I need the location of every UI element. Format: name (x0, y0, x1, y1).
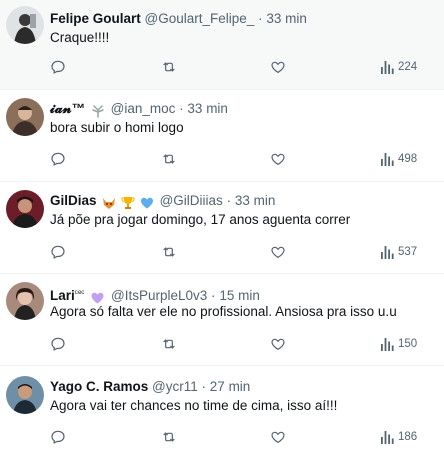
like-button[interactable] (270, 150, 286, 168)
timestamp[interactable]: 27 min (210, 379, 251, 394)
views-count: 150 (398, 338, 418, 350)
views-count: 537 (398, 246, 418, 258)
retweet-icon (163, 247, 175, 257)
heart-icon (271, 61, 285, 73)
user-handle[interactable]: @Goulart_Felipe_ (145, 11, 255, 26)
avatar[interactable] (6, 190, 44, 228)
views-button[interactable]: 224 (380, 58, 417, 76)
reply-button[interactable] (50, 428, 66, 446)
retweet-icon (163, 432, 175, 442)
tweet-item[interactable]: Felipe Goulart @Goulart_Felipe_ · 33 min… (0, 0, 444, 90)
separator-dot: · (201, 379, 207, 394)
display-name[interactable]: Lari (50, 288, 75, 303)
views-count: 186 (398, 431, 418, 443)
name-badges (91, 102, 106, 120)
views-button[interactable]: 498 (380, 150, 417, 168)
avatar[interactable] (6, 6, 44, 44)
like-button[interactable] (270, 58, 286, 76)
action-bar: 224 (50, 58, 438, 76)
timestamp[interactable]: 15 min (219, 288, 260, 303)
retweet-icon (163, 154, 175, 164)
avatar[interactable] (6, 98, 44, 136)
tweet-item[interactable]: Yago C. Ramos @ycr11 · 27 min Agora vai … (0, 366, 444, 461)
reply-icon (51, 152, 65, 166)
tweet-item[interactable]: 𝓲𝓪𝓷™ @ian_moc · 33 min bora subir o homi… (0, 90, 444, 182)
views-icon (381, 431, 394, 444)
tweet-header: GilDias @GilDiiias · 33 min (50, 192, 438, 210)
tweet-item[interactable]: GilDias @GilDiiias · 33 min Já põe pra j… (0, 182, 444, 274)
action-bar: 498 (50, 150, 438, 168)
timestamp[interactable]: 33 min (266, 11, 307, 26)
name-badges (102, 194, 155, 212)
views-button[interactable]: 537 (380, 243, 417, 261)
user-handle[interactable]: @GilDiiias (160, 193, 223, 208)
reply-button[interactable] (50, 335, 66, 353)
action-bar: 537 (50, 243, 438, 261)
reply-icon (51, 337, 65, 351)
action-bar: 150 (50, 335, 438, 353)
reply-icon (51, 430, 65, 444)
tweet-header: Lariᶜᵉᶜ @ItsPurpleL0v3 · 15 min (50, 284, 438, 304)
tweet-text: Craque!!!! (50, 30, 110, 45)
tweet-text: Agora vai ter chances no time de cima, i… (50, 398, 338, 413)
separator-dot: · (258, 11, 263, 26)
retweet-icon (163, 62, 175, 72)
tweet-text: Já põe pra jogar domingo, 17 anos aguent… (50, 212, 351, 227)
display-name[interactable]: Yago C. Ramos (50, 379, 148, 394)
tweet-feed: Felipe Goulart @Goulart_Felipe_ · 33 min… (0, 0, 444, 461)
tweet-text: Agora só falta ver ele no profissional. … (50, 304, 397, 319)
user-handle[interactable]: @ycr11 (152, 379, 198, 394)
views-icon (381, 153, 394, 166)
views-icon (381, 338, 394, 351)
separator-dot: · (226, 193, 232, 208)
views-icon (381, 61, 394, 74)
timestamp[interactable]: 33 min (235, 193, 276, 208)
reply-icon (51, 245, 65, 259)
reply-button[interactable] (50, 150, 66, 168)
like-button[interactable] (270, 335, 286, 353)
name-suffix: ᶜᵉᶜ (74, 288, 85, 298)
timestamp[interactable]: 33 min (187, 101, 228, 116)
tweet-header: 𝓲𝓪𝓷™ @ian_moc · 33 min (50, 100, 438, 120)
reply-icon (51, 60, 65, 74)
display-name[interactable]: 𝓲𝓪𝓷™ (50, 101, 85, 116)
plant-icon (92, 105, 104, 119)
separator-dot: · (211, 288, 216, 303)
retweet-button[interactable] (160, 428, 178, 446)
retweet-button[interactable] (160, 150, 178, 168)
views-icon (381, 246, 394, 259)
views-count: 498 (398, 153, 418, 165)
tweet-text: bora subir o homi logo (50, 120, 184, 135)
retweet-button[interactable] (160, 335, 178, 353)
like-button[interactable] (270, 243, 286, 261)
display-name[interactable]: Felipe Goulart (50, 11, 141, 26)
tweet-header: Felipe Goulart @Goulart_Felipe_ · 33 min (50, 10, 438, 28)
like-button[interactable] (270, 428, 286, 446)
tweet-item[interactable]: Lariᶜᵉᶜ @ItsPurpleL0v3 · 15 min Agora só… (0, 274, 444, 366)
blue-heart-icon (140, 198, 153, 209)
heart-icon (271, 153, 285, 165)
retweet-button[interactable] (160, 58, 178, 76)
views-count: 224 (398, 61, 418, 73)
views-button[interactable]: 150 (380, 335, 417, 353)
reply-button[interactable] (50, 243, 66, 261)
avatar[interactable] (6, 282, 44, 320)
action-bar: 186 (50, 428, 438, 446)
retweet-button[interactable] (160, 243, 178, 261)
heart-icon (271, 431, 285, 443)
avatar[interactable] (6, 376, 44, 414)
fox-icon (103, 198, 116, 210)
tweet-header: Yago C. Ramos @ycr11 · 27 min (50, 378, 438, 396)
views-button[interactable]: 186 (380, 428, 417, 446)
reply-button[interactable] (50, 58, 66, 76)
user-handle[interactable]: @ItsPurpleL0v3 (111, 288, 207, 303)
user-handle[interactable]: @ian_moc (111, 101, 176, 116)
retweet-icon (163, 339, 175, 349)
separator-dot: · (179, 101, 184, 116)
heart-icon (271, 246, 285, 258)
trophy-icon (121, 197, 135, 210)
display-name[interactable]: GilDias (50, 193, 97, 208)
heart-icon (271, 338, 285, 350)
